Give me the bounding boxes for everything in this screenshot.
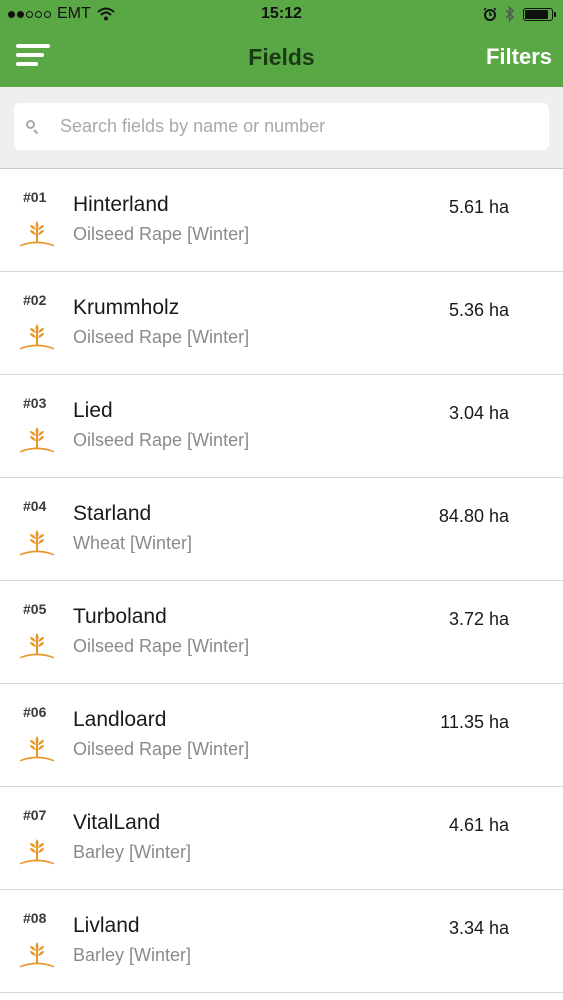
field-number: #01 [23,189,47,205]
field-area: 3.04 ha [448,403,509,423]
field-row[interactable]: #08 Livland Barley [Winter] 3.34 ha [0,890,563,993]
field-number: #07 [23,807,47,823]
wheat-icon [18,219,56,249]
search-input[interactable] [58,115,532,138]
field-name: Hinterland [73,193,169,216]
status-time: 15:12 [261,5,302,22]
field-row[interactable]: #02 Krummholz Oilseed Rape [Winter] 5.36 ha [0,272,563,375]
wheat-icon [18,631,56,661]
wheat-icon [18,528,56,558]
field-area: 11.35 ha [440,712,509,732]
field-crop: Oilseed Rape [Winter] [73,327,250,347]
field-row[interactable]: #06 Landloard Oilseed Rape [Winter] 11.35 h… [0,684,563,787]
field-row[interactable]: #05 Turboland Oilseed Rape [Winter] 3.72 ha [0,581,563,684]
field-row[interactable]: #01 Hinterland Oilseed Rape [Winter] 5.61 h… [0,169,563,272]
page-title: Fields [248,44,315,70]
status-bar: EMT 15:12 [0,0,563,30]
filters-button[interactable]: Filters [486,44,552,70]
wheat-icon [18,425,56,455]
bluetooth-icon [505,6,515,22]
field-crop: Oilseed Rape [Winter] [73,224,250,244]
battery-fill [525,9,548,19]
search-box[interactable] [14,103,549,150]
field-name: Starland [73,502,152,525]
field-name: Krummholz [73,296,180,319]
wheat-icon [18,940,56,970]
field-number: #04 [23,498,47,514]
field-name: Turboland [73,605,167,628]
field-name: Lied [73,399,113,422]
status-right [483,6,556,22]
field-list: #01 Hinterland Oilseed Rape [Winter] 5.61 h… [0,169,563,993]
field-row[interactable]: #07 VitalLand Barley [Winter] 4.61 ha [0,787,563,890]
field-area: 3.34 ha [448,918,509,938]
wheat-icon [18,837,56,867]
field-number: #08 [23,910,47,926]
field-number: #06 [23,704,47,720]
search-area [0,87,563,169]
search-icon [26,119,40,134]
field-name: VitalLand [73,811,161,834]
field-crop: Wheat [Winter] [73,533,193,553]
navbar: Fields Filters [0,30,563,87]
field-area: 5.61 ha [448,197,509,217]
field-area: 5.36 ha [448,300,509,320]
alarm-clock-icon [483,7,497,21]
wheat-icon [18,322,56,352]
field-area: 84.80 ha [438,506,509,526]
field-row[interactable]: #03 Lied Oilseed Rape [Winter] 3.04 ha [0,375,563,478]
field-row[interactable]: #04 Starland Wheat [Winter] 84.80 ha [0,478,563,581]
field-crop: Barley [Winter] [73,842,192,862]
field-name: Landloard [73,708,167,731]
battery-icon [523,7,556,21]
wheat-icon [18,734,56,764]
field-number: #03 [23,395,47,411]
field-crop: Oilseed Rape [Winter] [73,430,250,450]
field-crop: Oilseed Rape [Winter] [73,739,250,759]
field-number: #05 [23,601,47,617]
field-number: #02 [23,292,47,308]
field-area: 3.72 ha [448,609,509,629]
app-header: EMT 15:12 Fields Filters [0,0,563,87]
field-crop: Oilseed Rape [Winter] [73,636,250,656]
field-name: Livland [73,914,140,937]
field-crop: Barley [Winter] [73,945,192,965]
field-area: 4.61 ha [448,815,509,835]
